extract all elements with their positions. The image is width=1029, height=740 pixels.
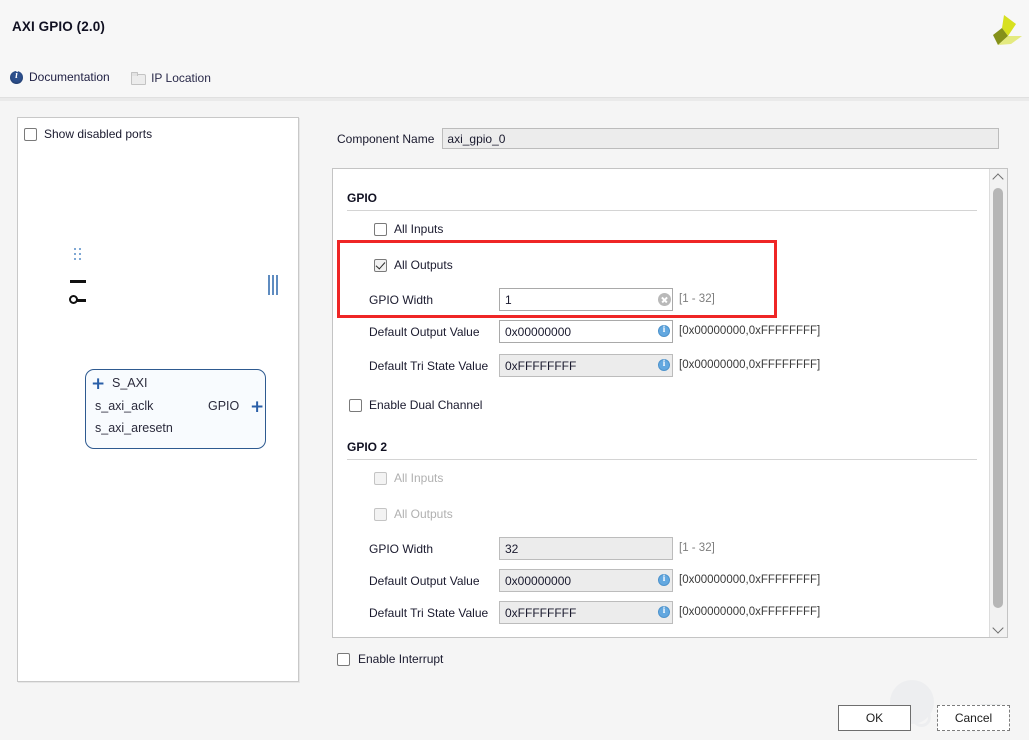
ip-block-symbol: + S_AXI s_axi_aclk s_axi_aresetn GPIO + (85, 369, 266, 449)
block-port-aclk: s_axi_aclk (95, 399, 153, 413)
enable-interrupt-checkbox[interactable] (337, 653, 350, 666)
gpio2-all-inputs-checkbox[interactable] (374, 472, 387, 485)
gpio-default-output-range-hint: [0x00000000,0xFFFFFFFF] (679, 325, 820, 337)
ok-button[interactable]: OK (838, 705, 911, 731)
gpio-width-label: GPIO Width (369, 293, 433, 307)
gpio-all-outputs-row[interactable]: All Outputs (374, 258, 453, 272)
gpio2-width-label: GPIO Width (369, 542, 433, 556)
component-name-input[interactable] (442, 128, 999, 149)
gpio-default-output-input[interactable] (499, 320, 673, 343)
block-port-gpio: GPIO (208, 399, 239, 413)
dialog-header: AXI GPIO (2.0) Documentation IP Location (0, 0, 1029, 97)
enable-dual-channel-row[interactable]: Enable Dual Channel (349, 398, 482, 412)
gpio-default-tristate-input[interactable] (499, 354, 673, 377)
enable-dual-channel-checkbox[interactable] (349, 399, 362, 412)
component-name-row: Component Name (337, 128, 999, 149)
gpio2-default-output-range-hint: [0x00000000,0xFFFFFFFF] (679, 574, 820, 586)
scrollbar-thumb[interactable] (993, 188, 1003, 608)
cancel-button-label: Cancel (955, 711, 992, 725)
bus-port-connector-icon (74, 248, 83, 264)
gpio-width-input[interactable] (499, 288, 673, 311)
gpio2-all-inputs-row[interactable]: All Inputs (374, 471, 443, 485)
gpio2-default-tristate-input[interactable] (499, 601, 673, 624)
gpio-section-rule (347, 210, 977, 211)
configuration-scroll-content: GPIO All Inputs All Outputs GPIO Width [… (333, 169, 990, 637)
gpio2-section-rule (347, 459, 977, 460)
scroll-up-button[interactable] (990, 169, 1006, 185)
scroll-down-button[interactable] (990, 621, 1006, 637)
component-name-label: Component Name (337, 132, 434, 146)
ip-location-link-label: IP Location (151, 71, 211, 85)
ip-location-link[interactable]: IP Location (131, 71, 211, 85)
gpio-width-range-hint: [1 - 32] (679, 293, 715, 305)
ok-button-label: OK (866, 711, 883, 725)
gpio2-default-output-input[interactable] (499, 569, 673, 592)
header-links: Documentation IP Location (10, 70, 229, 90)
gpio2-all-outputs-checkbox[interactable] (374, 508, 387, 521)
gpio-all-inputs-label: All Inputs (394, 222, 443, 236)
gpio2-all-outputs-label: All Outputs (394, 507, 453, 521)
gpio-default-tristate-range-hint: [0x00000000,0xFFFFFFFF] (679, 359, 820, 371)
enable-interrupt-row[interactable]: Enable Interrupt (337, 652, 443, 666)
documentation-link-label: Documentation (29, 70, 110, 84)
show-disabled-ports-checkbox[interactable] (24, 128, 37, 141)
page-title: AXI GPIO (2.0) (12, 19, 105, 34)
configuration-scrollbar[interactable] (989, 169, 1007, 637)
gpio2-default-tristate-range-hint: [0x00000000,0xFFFFFFFF] (679, 606, 820, 618)
show-disabled-ports-row[interactable]: Show disabled ports (24, 127, 152, 141)
gpio2-default-tristate-label: Default Tri State Value (369, 606, 488, 620)
gpio-default-output-info-icon[interactable] (658, 325, 670, 337)
chevron-up-icon (992, 173, 1003, 184)
gpio2-all-inputs-label: All Inputs (394, 471, 443, 485)
gpio2-width-input[interactable] (499, 537, 673, 560)
chevron-down-icon (992, 622, 1003, 633)
info-icon (10, 71, 23, 84)
gpio2-default-output-info-icon[interactable] (658, 574, 670, 586)
folder-icon (131, 73, 145, 84)
documentation-link[interactable]: Documentation (10, 70, 110, 84)
block-port-aresetn: s_axi_aresetn (95, 421, 173, 435)
gpio-default-tristate-info-icon[interactable] (658, 359, 670, 371)
gpio-all-outputs-label: All Outputs (394, 258, 453, 272)
cancel-button[interactable]: Cancel (937, 705, 1010, 731)
gpio-all-inputs-checkbox[interactable] (374, 223, 387, 236)
gpio-width-clear-icon[interactable] (658, 293, 671, 306)
enable-interrupt-label: Enable Interrupt (358, 652, 443, 666)
gpio2-default-tristate-info-icon[interactable] (658, 606, 670, 618)
block-port-saxi: S_AXI (112, 376, 147, 390)
expand-gpio-icon[interactable]: + (250, 399, 264, 416)
ip-symbol-panel: Show disabled ports + S_AXI s_axi_aclk s… (17, 117, 299, 682)
gpio2-section-title: GPIO 2 (347, 440, 387, 454)
amd-xilinx-logo (982, 12, 1024, 52)
gpio-default-tristate-label: Default Tri State Value (369, 359, 488, 373)
gpio-all-inputs-row[interactable]: All Inputs (374, 222, 443, 236)
configuration-panel: GPIO All Inputs All Outputs GPIO Width [… (332, 168, 1008, 638)
reset-port-connector-icon (69, 294, 86, 306)
show-disabled-ports-label: Show disabled ports (44, 127, 152, 141)
gpio2-default-output-label: Default Output Value (369, 574, 480, 588)
enable-dual-channel-label: Enable Dual Channel (369, 398, 482, 412)
gpio-port-connector-icon (268, 275, 279, 295)
clock-port-connector-icon (70, 280, 86, 283)
expand-saxi-icon[interactable]: + (91, 376, 105, 393)
gpio-all-outputs-checkbox[interactable] (374, 259, 387, 272)
gpio2-width-range-hint: [1 - 32] (679, 542, 715, 554)
gpio2-all-outputs-row[interactable]: All Outputs (374, 507, 453, 521)
header-divider (0, 97, 1029, 101)
gpio-default-output-label: Default Output Value (369, 325, 480, 339)
gpio-section-title: GPIO (347, 191, 377, 205)
